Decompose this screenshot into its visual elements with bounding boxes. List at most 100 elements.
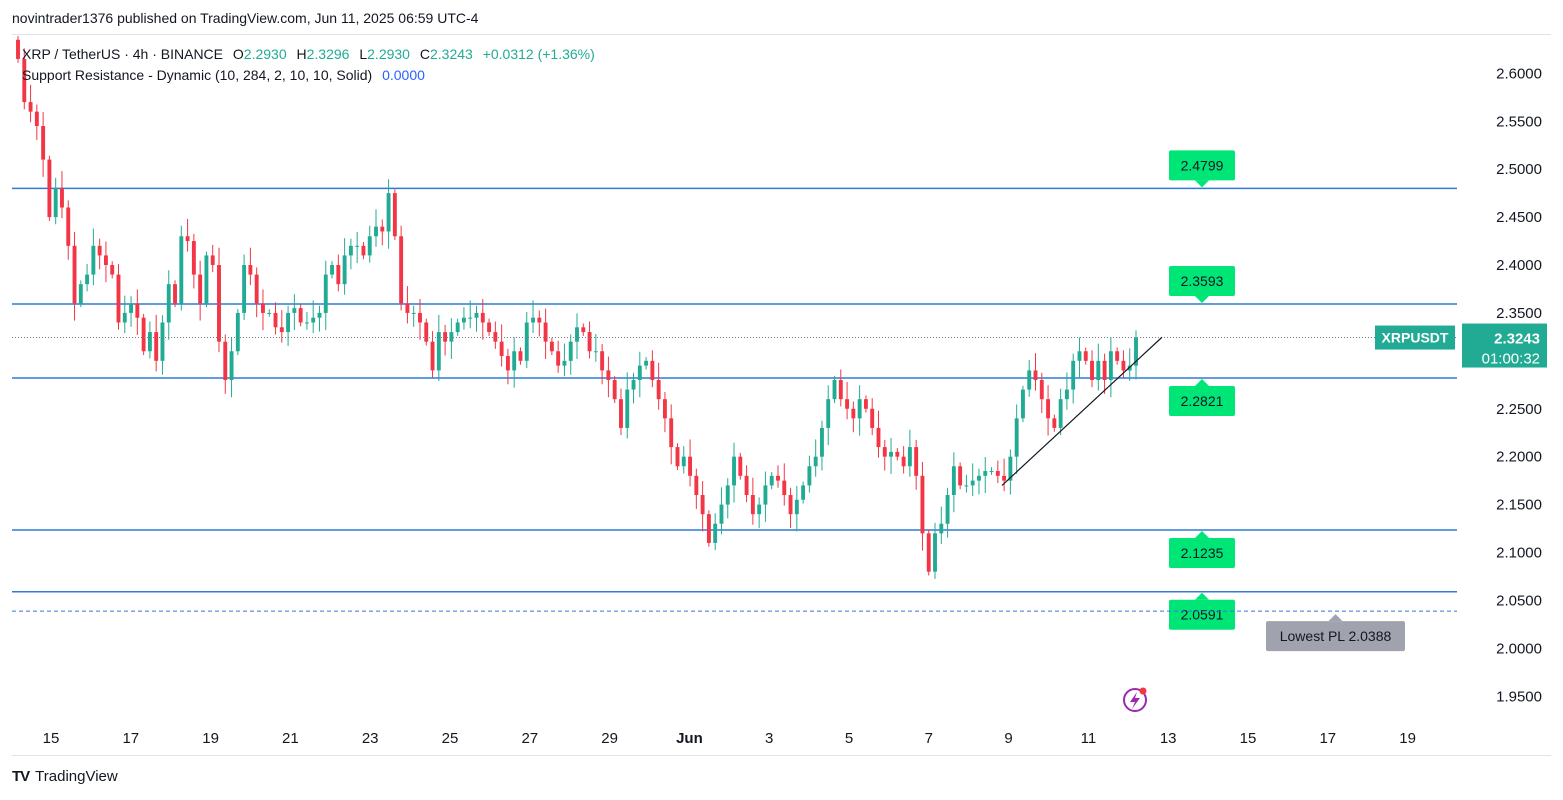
candle-up	[989, 471, 994, 473]
indicator-value: 0.0000	[382, 67, 425, 83]
legend-symbol-row[interactable]: XRP / TetherUS · 4h · BINANCE O2.2930 H2…	[22, 44, 595, 65]
y-tick-label: 2.4500	[1496, 209, 1542, 226]
lowest-pl-label: Lowest PL 2.0388	[1280, 628, 1392, 644]
candle-down	[217, 265, 221, 342]
candle-down	[543, 322, 548, 342]
candle-up	[1014, 418, 1019, 457]
candle-up	[625, 389, 630, 428]
price-tag-countdown: 01:00:32	[1482, 351, 1540, 368]
candle-up	[455, 322, 460, 333]
candle-up	[531, 317, 535, 323]
candle-up	[977, 475, 981, 481]
x-tick-label: 19	[1399, 730, 1416, 747]
candle-down	[1002, 475, 1007, 481]
candle-down	[738, 456, 743, 476]
x-tick-label: 7	[925, 730, 933, 747]
candle-down	[901, 456, 906, 467]
legend-close-value: 2.3243	[429, 46, 473, 62]
candle-up	[286, 312, 291, 333]
candle-down	[656, 380, 661, 400]
candle-up	[1027, 370, 1032, 390]
candle-down	[34, 111, 39, 127]
candles-layer	[16, 35, 1138, 579]
level-label-text: 2.0591	[1181, 607, 1224, 623]
candle-down	[662, 399, 667, 419]
candle-down	[505, 356, 510, 371]
tradingview-logo-icon: TV	[12, 768, 30, 785]
legend-indicator-row[interactable]: Support Resistance - Dynamic (10, 284, 2…	[22, 65, 595, 86]
y-tick-label: 2.2000	[1496, 449, 1542, 466]
y-tick-label: 2.1000	[1496, 545, 1542, 562]
candle-down	[1090, 360, 1094, 380]
candle-up	[411, 312, 416, 314]
x-tick-label: Jun	[676, 730, 703, 747]
candle-down	[1046, 399, 1051, 419]
candle-up	[461, 317, 466, 323]
x-tick-label: 15	[43, 730, 60, 747]
legend-symbol[interactable]: XRP / TetherUS · 4h · BINANCE	[22, 46, 223, 62]
publish-header: novintrader1376 published on TradingView…	[12, 10, 479, 26]
candle-up	[794, 499, 799, 515]
x-tick-label: 15	[1240, 730, 1257, 747]
chart-pane[interactable]: 2.4799 2.3593 2.2821 2.1235 2.0591 Lowest PL…	[12, 34, 1551, 756]
candle-up	[1108, 351, 1113, 380]
candle-down	[198, 274, 203, 304]
candle-down	[191, 241, 196, 275]
candle-up	[763, 485, 768, 505]
symbol-tag-text: XRPUSDT	[1382, 330, 1449, 346]
candle-up	[348, 245, 353, 256]
candle-up	[367, 236, 372, 256]
legend-open-label: O	[232, 46, 244, 62]
candle-down	[487, 322, 492, 333]
candle-up	[235, 312, 240, 352]
candle-up	[769, 475, 774, 486]
candle-down	[72, 245, 77, 304]
candle-down	[1039, 380, 1044, 400]
candle-down	[958, 466, 963, 486]
y-tick-label: 2.4000	[1496, 257, 1542, 274]
candle-down	[750, 495, 755, 515]
candle-up	[939, 523, 944, 534]
candle-up	[524, 322, 529, 361]
indicator-name[interactable]: Support Resistance - Dynamic (10, 284, 2…	[22, 67, 372, 83]
candle-down	[60, 188, 64, 208]
level-label-text: 2.2821	[1181, 393, 1224, 409]
candle-up	[242, 265, 247, 313]
candle-down	[1121, 360, 1126, 371]
tradingview-logo[interactable]: TV TradingView	[12, 768, 118, 785]
candle-up	[53, 188, 58, 218]
candle-up	[813, 456, 818, 467]
candle-down	[273, 312, 278, 328]
level-label-text: 2.3593	[1181, 273, 1224, 289]
candle-up	[725, 485, 730, 505]
candle-down	[443, 332, 448, 342]
candle-up	[323, 274, 328, 313]
candle-down	[700, 495, 705, 515]
candle-down	[336, 265, 341, 285]
candle-up	[85, 274, 90, 285]
overlay-layer: Lowest PL 2.0388	[12, 336, 1457, 712]
candle-down	[744, 475, 749, 495]
candle-up	[355, 245, 360, 247]
x-tick-label: 29	[601, 730, 618, 747]
candle-down	[851, 408, 856, 419]
level-label-text: 2.1235	[1181, 545, 1224, 561]
candle-down	[47, 159, 52, 218]
candle-up	[1064, 389, 1069, 400]
candle-down	[706, 514, 711, 543]
candle-down	[845, 399, 850, 409]
candle-up	[820, 427, 824, 457]
candle-down	[392, 193, 397, 237]
candle-down	[405, 303, 410, 313]
candle-up	[160, 322, 165, 361]
candle-up	[964, 485, 969, 487]
flash-icon-dot	[1139, 687, 1147, 695]
candle-up	[129, 303, 134, 313]
candle-up	[91, 245, 96, 275]
candle-up	[1096, 360, 1101, 380]
legend-high-label: H	[296, 46, 307, 62]
candle-down	[430, 341, 435, 371]
y-tick-label: 2.3500	[1496, 305, 1542, 322]
chart-canvas[interactable]: 2.4799 2.3593 2.2821 2.1235 2.0591 Lowest PL…	[12, 35, 1551, 755]
candle-up	[512, 351, 517, 371]
